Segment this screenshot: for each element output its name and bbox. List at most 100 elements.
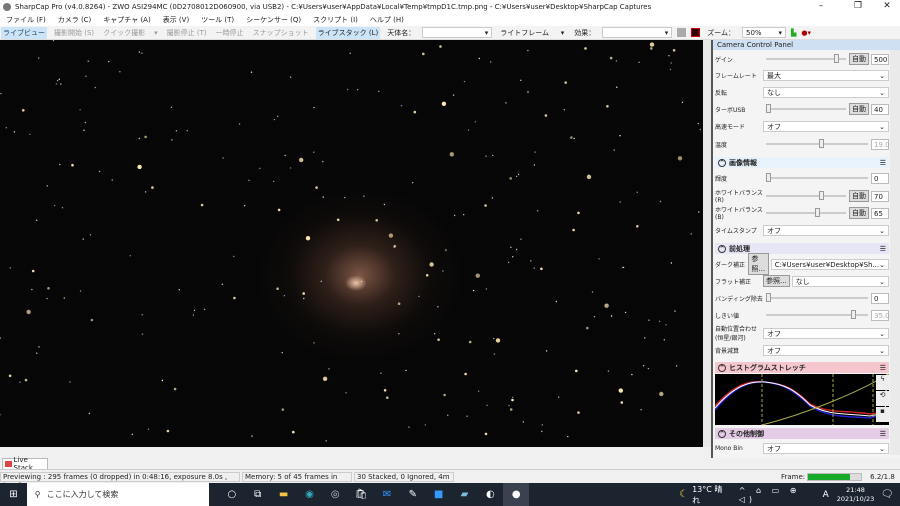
collapse-icon[interactable]: ^: [718, 158, 726, 167]
framerate-dropdown[interactable]: 最大 ⌄: [763, 69, 889, 81]
snapshot-button[interactable]: スナップショット: [251, 27, 311, 39]
turbo-slider[interactable]: [766, 104, 846, 113]
menu-capture[interactable]: キャプチャ (A): [103, 15, 150, 25]
timestamp-dropdown[interactable]: オフ ⌄: [763, 224, 889, 236]
preprocessing-section-header[interactable]: ^ 前処理 ☰: [715, 243, 889, 254]
menu-camera[interactable]: カメラ (C): [58, 15, 92, 25]
store-icon[interactable]: 🛍: [348, 483, 374, 506]
menu-icon[interactable]: ☰: [880, 245, 886, 253]
explorer-icon[interactable]: ▬: [271, 483, 297, 506]
brightness-slider[interactable]: [766, 173, 868, 182]
app-icon-swirl[interactable]: ◎: [322, 483, 348, 506]
wb_r-slider[interactable]: [766, 191, 846, 200]
menu-file[interactable]: ファイル (F): [6, 15, 46, 25]
magnifier-icon[interactable]: ●▾: [801, 29, 811, 37]
flip-dropdown[interactable]: なし ⌄: [763, 86, 889, 98]
object-name-combo[interactable]: ▾: [422, 27, 493, 38]
auto-stretch-icon[interactable]: ϟ: [876, 375, 889, 390]
menu-icon[interactable]: ☰: [880, 364, 886, 372]
effect-combo[interactable]: ▾: [602, 27, 673, 38]
stop-capture-button[interactable]: 撮影停止 (T): [165, 27, 209, 39]
threshold-value[interactable]: 35.0: [871, 309, 890, 321]
notification-icon[interactable]: 🗨: [874, 483, 900, 506]
clock[interactable]: 21:48 2021/10/23: [837, 486, 874, 504]
menu-icon[interactable]: ☰: [880, 159, 886, 167]
monobin-dropdown[interactable]: オフ ⌄: [763, 442, 889, 454]
wb_b-slider[interactable]: [766, 208, 846, 217]
menu-scripting[interactable]: スクリプト (I): [313, 15, 358, 25]
turbo-auto-button[interactable]: 自動: [849, 103, 869, 115]
live-view-button[interactable]: ライブビュー: [1, 26, 47, 39]
menu-tools[interactable]: ツール (T): [201, 15, 234, 25]
cortana-icon[interactable]: ○: [219, 483, 245, 506]
turbo-value[interactable]: 40: [871, 103, 889, 115]
collapse-icon[interactable]: ^: [718, 244, 726, 253]
dark-dropdown[interactable]: C:¥Users¥user¥Desktop¥Sh... ⌄: [770, 258, 889, 270]
wb_b-value[interactable]: 65: [871, 207, 889, 219]
brightness-value[interactable]: 0: [871, 172, 889, 184]
collapse-icon[interactable]: ^: [718, 363, 726, 372]
paint-icon[interactable]: ✎: [400, 483, 426, 506]
wb_r-auto-button[interactable]: 自動: [849, 190, 869, 202]
tray-icons[interactable]: ^ ⌂ ▭ ⊕ ◁): [739, 486, 821, 504]
dark-browse-button[interactable]: 参照...: [748, 253, 769, 275]
menu-view[interactable]: 表示 (V): [163, 15, 189, 25]
window-title: SharpCap Pro (v4.0.8264) - ZWO ASI294MC …: [15, 2, 652, 11]
zoom-app-icon[interactable]: ■: [426, 483, 452, 506]
wb_r-value[interactable]: 70: [871, 190, 889, 202]
zoom-combo[interactable]: 50% ▾: [742, 27, 787, 38]
mail-icon[interactable]: ✉: [374, 483, 400, 506]
highspeed-dropdown[interactable]: オフ ⌄: [763, 120, 889, 132]
threshold-slider[interactable]: [766, 310, 868, 319]
stellarium-icon[interactable]: ◐: [477, 483, 503, 506]
histogram-chart[interactable]: [714, 373, 890, 426]
gain-slider[interactable]: [766, 54, 846, 63]
save-icon[interactable]: ▪: [876, 407, 889, 422]
minimize-button[interactable]: –: [806, 0, 836, 13]
reset-icon[interactable]: ⟲: [876, 391, 889, 406]
notepad-icon[interactable]: ▰: [452, 483, 478, 506]
taskbar-search[interactable]: ⚲ ここに入力して検索: [26, 483, 209, 506]
star: [71, 163, 74, 167]
star: [303, 297, 305, 300]
gain-value[interactable]: 500: [871, 53, 889, 65]
start-capture-button[interactable]: 撮影開始 (S): [52, 27, 96, 39]
task-view-icon[interactable]: ⧉: [245, 483, 271, 506]
histogram-stretch-section-header[interactable]: ^ ヒストグラムストレッチ ☰: [715, 362, 889, 373]
temp-value[interactable]: 19.0: [871, 138, 890, 150]
windows-start-icon[interactable]: ⊞: [0, 483, 27, 506]
gain-auto-button[interactable]: 自動: [849, 53, 869, 65]
histogram-icon[interactable]: ▙: [791, 29, 796, 37]
menu-sequencer[interactable]: シーケンサー (Q): [246, 15, 301, 25]
image-view[interactable]: [0, 40, 703, 447]
grey-color-icon[interactable]: [677, 28, 687, 37]
vertical-scrollbar[interactable]: [703, 40, 711, 447]
frame-type-combo[interactable]: ライトフレーム ▾: [497, 27, 568, 38]
ime-indicator[interactable]: A: [823, 490, 829, 500]
red-color-icon[interactable]: [691, 28, 701, 37]
temp-slider[interactable]: [766, 139, 868, 148]
banding-slider[interactable]: [766, 293, 868, 302]
flat-dropdown[interactable]: なし ⌄: [791, 275, 889, 287]
chevron-down-icon[interactable]: ▾: [152, 28, 160, 38]
weather-text[interactable]: 13°C 晴れ: [692, 484, 729, 506]
collapse-icon[interactable]: ^: [718, 429, 726, 438]
flat-browse-button[interactable]: 参照...: [763, 275, 790, 287]
sharpcap-icon[interactable]: ●: [503, 483, 530, 506]
bg-dropdown[interactable]: オフ ⌄: [763, 344, 889, 356]
panel-scrollbar[interactable]: [890, 50, 900, 455]
wb_b-auto-button[interactable]: 自動: [849, 207, 869, 219]
quick-capture-button[interactable]: クイック撮影: [101, 27, 147, 39]
edge-icon[interactable]: ◉: [297, 483, 323, 506]
menu-help[interactable]: ヘルプ (H): [370, 15, 404, 25]
pause-button[interactable]: 一時停止: [214, 27, 246, 39]
other-controls-section-header[interactable]: ^ その他制御 ☰: [715, 428, 889, 439]
align-dropdown[interactable]: オフ ⌄: [763, 327, 889, 339]
star: [29, 133, 31, 136]
banding-value[interactable]: 0: [871, 292, 889, 304]
close-button[interactable]: ✕: [872, 0, 900, 13]
menu-icon[interactable]: ☰: [880, 430, 886, 438]
maximize-button[interactable]: ❐: [843, 0, 873, 13]
live-stack-button[interactable]: ライブスタック (L): [315, 26, 381, 39]
image-info-section-header[interactable]: ^ 画像情報 ☰: [715, 157, 889, 168]
